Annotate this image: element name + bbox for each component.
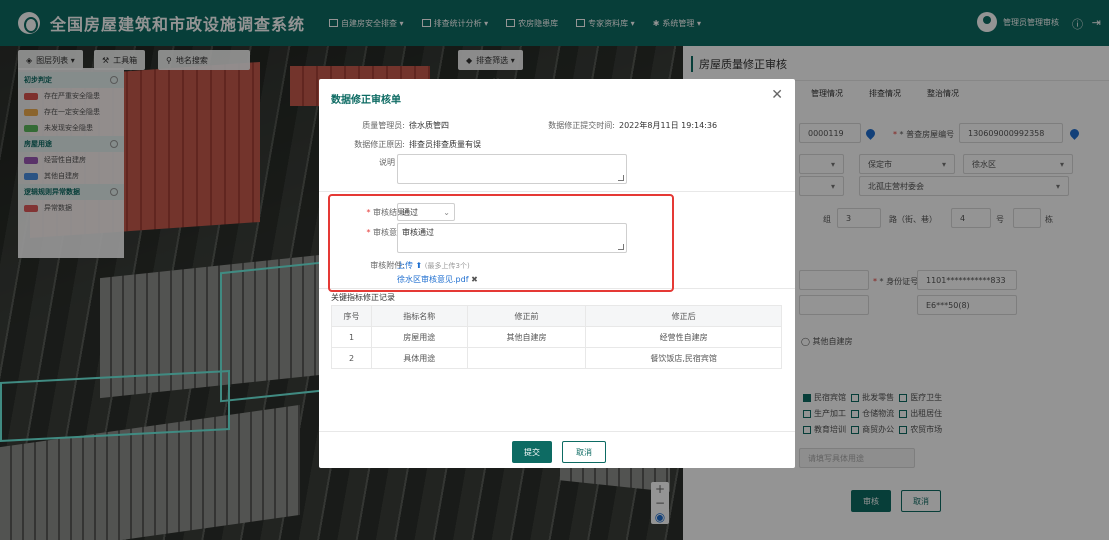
col-index: 序号 [331, 305, 372, 327]
reason-value: 排查员排查质量有误 [409, 140, 481, 149]
dialog-title: 数据修正审核单 [331, 95, 401, 106]
submit-time-value: 2022年8月11日 19:14:36 [619, 121, 718, 130]
cell: 具体用途 [371, 347, 468, 369]
table-title: 关键指标修正记录 [331, 293, 395, 302]
col-before: 修正前 [466, 305, 587, 327]
submit-time-label: 数据修正提交时间: [548, 121, 615, 130]
col-indicator: 指标名称 [371, 305, 468, 327]
close-icon[interactable]: ✕ [771, 87, 783, 103]
table-row: 1 房屋用途 其他自建房 经营性自建房 [331, 326, 782, 348]
manager-label: 质量管理员: [362, 121, 405, 130]
table-row: 2 具体用途 餐饮饭店,民宿宾馆 [331, 347, 782, 369]
correction-record-table: 序号 指标名称 修正前 修正后 1 房屋用途 其他自建房 经营性自建房 2 具体… [331, 305, 782, 369]
submit-button[interactable]: 提交 [512, 441, 552, 463]
cell: 2 [331, 347, 372, 369]
cell: 房屋用途 [371, 326, 468, 348]
description-textarea[interactable] [397, 154, 627, 184]
manager-value: 徐水质管四 [409, 121, 449, 130]
highlight-box [328, 194, 674, 292]
cell [466, 347, 587, 369]
cell: 其他自建房 [466, 326, 587, 348]
cancel-button[interactable]: 取消 [562, 441, 606, 463]
description-label: 说明 [379, 158, 395, 167]
cell: 餐饮饭店,民宿宾馆 [585, 347, 782, 369]
cell: 1 [331, 326, 372, 348]
col-after: 修正后 [585, 305, 782, 327]
cell: 经营性自建房 [585, 326, 782, 348]
table-header-row: 序号 指标名称 修正前 修正后 [331, 305, 782, 327]
reason-label: 数据修正原因: [354, 140, 405, 149]
